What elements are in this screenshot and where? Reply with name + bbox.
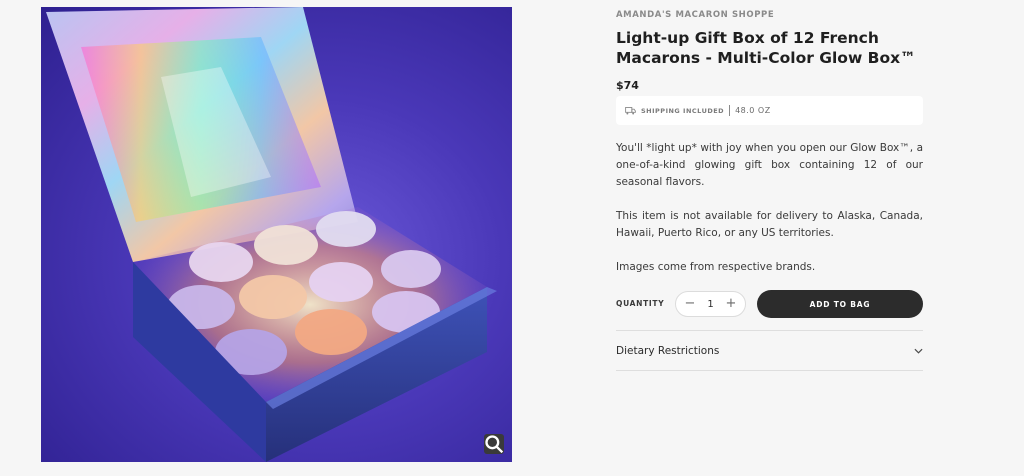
quantity-label: QUANTITY <box>616 299 665 308</box>
add-to-bag-button[interactable]: ADD TO BAG <box>757 290 923 318</box>
pill-divider <box>729 105 731 116</box>
shipping-info-pill: SHIPPING INCLUDED 48.0 OZ <box>616 96 923 125</box>
divider <box>616 370 923 371</box>
shipping-included-label: SHIPPING INCLUDED <box>641 106 725 115</box>
description-paragraph: Images come from respective brands. <box>616 261 816 273</box>
zoom-icon <box>485 435 504 454</box>
product-description: You'll *light up* with joy when you open… <box>616 140 923 293</box>
product-weight: 48.0 OZ <box>735 106 771 115</box>
product-title: Light-up Gift Box of 12 French Macarons … <box>616 29 916 67</box>
product-image[interactable] <box>41 7 512 462</box>
dietary-restrictions-accordion[interactable]: Dietary Restrictions <box>616 331 923 370</box>
truck-icon <box>625 106 636 115</box>
product-price: $74 <box>616 79 639 92</box>
gift-box-illustration <box>46 7 497 462</box>
description-paragraph: This item is not available for delivery … <box>616 210 923 239</box>
increase-quantity-button[interactable]: + <box>725 297 737 310</box>
decrease-quantity-button[interactable]: − <box>684 297 696 310</box>
description-paragraph: You'll *light up* with joy when you open… <box>616 142 923 188</box>
quantity-stepper: − 1 + <box>675 291 746 317</box>
quantity-input[interactable]: 1 <box>707 299 713 310</box>
accordion-label: Dietary Restrictions <box>616 344 720 357</box>
vendor-name: AMANDA'S MACARON SHOPPE <box>616 10 775 20</box>
zoom-button[interactable] <box>484 434 504 454</box>
chevron-down-icon <box>914 348 923 354</box>
